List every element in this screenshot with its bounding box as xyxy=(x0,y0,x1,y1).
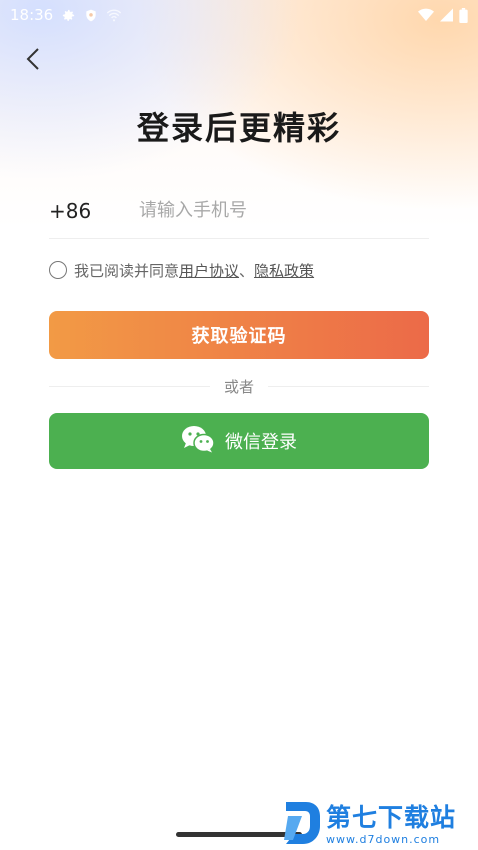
back-button[interactable] xyxy=(18,46,48,76)
shield-icon xyxy=(84,8,98,23)
watermark-text: 第七下载站 www.d7down.com xyxy=(326,803,456,847)
page-title: 登录后更精彩 xyxy=(136,109,341,147)
get-code-button[interactable]: 获取验证码 xyxy=(49,311,429,359)
agreement-checkbox[interactable] xyxy=(49,261,67,279)
hotspot-icon xyxy=(106,8,122,22)
wifi-icon xyxy=(418,8,434,22)
agreement-separator: 、 xyxy=(239,261,255,280)
wechat-icon xyxy=(181,425,215,458)
status-right xyxy=(418,7,468,23)
agreement-prefix: 我已阅读并同意 xyxy=(74,261,180,280)
status-bar: 18:36 xyxy=(0,0,478,30)
signal-icon xyxy=(440,8,453,22)
wechat-login-button[interactable]: 微信登录 xyxy=(49,413,429,469)
phone-row: +86 xyxy=(49,183,429,239)
gear-icon xyxy=(61,8,76,23)
country-code[interactable]: +86 xyxy=(49,199,139,223)
watermark-url: www.d7down.com xyxy=(326,833,441,846)
watermark: 第七下载站 www.d7down.com xyxy=(282,800,456,850)
battery-icon xyxy=(459,7,468,23)
agreement-row: 我已阅读并同意 用户协议 、 隐私政策 xyxy=(49,259,314,281)
wechat-login-label: 微信登录 xyxy=(225,432,297,453)
divider-line-right xyxy=(268,385,430,387)
divider-line-left xyxy=(49,385,210,387)
watermark-title: 第七下载站 xyxy=(326,803,457,832)
or-divider: 或者 xyxy=(49,376,430,396)
phone-input[interactable] xyxy=(139,200,429,221)
status-time: 18:36 xyxy=(10,6,54,24)
chevron-left-icon xyxy=(25,47,41,75)
watermark-logo-icon xyxy=(282,800,322,850)
status-left: 18:36 xyxy=(10,6,122,24)
user-agreement-link[interactable]: 用户协议 xyxy=(179,260,239,281)
divider-text: 或者 xyxy=(224,377,255,396)
privacy-policy-link[interactable]: 隐私政策 xyxy=(254,260,314,281)
